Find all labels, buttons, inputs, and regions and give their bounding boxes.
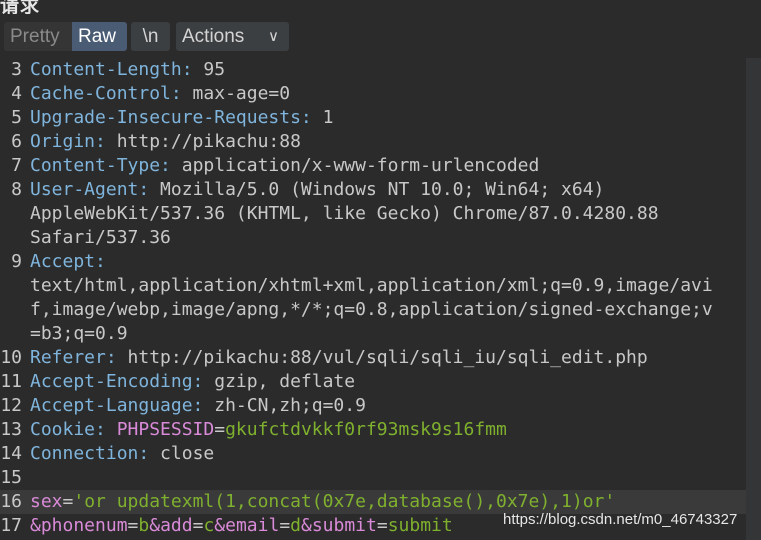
- param-key: &submit: [301, 515, 377, 536]
- header-value: close: [149, 443, 215, 464]
- line-number: 16: [0, 491, 22, 512]
- code-line-wrap: text/html,application/xhtml+xml,applicat…: [0, 274, 746, 298]
- code-line: 11 Accept-Encoding: gzip, deflate: [0, 370, 746, 394]
- code-line: 14 Connection: close: [0, 442, 746, 466]
- cookie-value: gkufctdvkkf0rf93msk9s16fmm: [225, 419, 507, 440]
- param-key: &phonenum: [30, 515, 128, 536]
- line-number: 6: [11, 131, 22, 152]
- line-number: 3: [11, 59, 22, 80]
- header-name: User-Agent:: [30, 179, 150, 200]
- watermark-text: https://blog.csdn.net/m0_46743327: [503, 511, 738, 528]
- header-value: max-age=0: [181, 83, 291, 104]
- header-value-continued: Safari/537.36: [30, 227, 171, 248]
- header-name: Upgrade-Insecure-Requests:: [30, 107, 312, 128]
- header-value: 1: [311, 107, 334, 128]
- param-key: &add: [149, 515, 193, 536]
- header-value: application/x-www-form-urlencoded: [170, 155, 540, 176]
- param-value: b: [138, 515, 150, 536]
- header-value: http://pikachu:88: [105, 131, 301, 152]
- param-value: 'or updatexml(1,concat(0x7e,database(),0…: [73, 491, 616, 512]
- actions-label: Actions: [182, 26, 245, 47]
- header-value-continued: f,image/webp,image/apng,*/*;q=0.8,applic…: [30, 299, 713, 320]
- equals-sign: =: [376, 515, 388, 536]
- cookie-key: PHPSESSID: [116, 419, 215, 440]
- header-value: gzip, deflate: [203, 371, 356, 392]
- header-name: Connection:: [30, 443, 150, 464]
- header-name: Accept-Encoding:: [30, 371, 204, 392]
- header-name: Cache-Control:: [30, 83, 182, 104]
- param-key: &email: [214, 515, 280, 536]
- code-line: 4 Cache-Control: max-age=0: [0, 82, 746, 106]
- equals-sign: =: [214, 419, 226, 440]
- param-key: sex: [30, 491, 63, 512]
- code-line-wrap: =b3;q=0.9: [0, 322, 746, 346]
- chevron-down-icon: ∨: [268, 28, 279, 45]
- header-value: zh-CN,zh;q=0.9: [203, 395, 366, 416]
- header-value-continued: text/html,application/xhtml+xml,applicat…: [30, 275, 713, 296]
- code-line-wrap: f,image/webp,image/apng,*/*;q=0.8,applic…: [0, 298, 746, 322]
- line-number: 12: [0, 395, 22, 416]
- header-name: Cookie:: [30, 419, 106, 440]
- header-name: Accept:: [30, 251, 106, 272]
- header-name: Referer:: [30, 347, 117, 368]
- code-line: 5 Upgrade-Insecure-Requests: 1: [0, 106, 746, 130]
- code-line-wrap: AppleWebKit/537.36 (KHTML, like Gecko) C…: [0, 202, 746, 226]
- code-line: 3 Content-Length: 95: [0, 58, 746, 82]
- equals-sign: =: [62, 491, 74, 512]
- header-value-continued: AppleWebKit/537.36 (KHTML, like Gecko) C…: [30, 203, 659, 224]
- header-value: 95: [192, 59, 226, 80]
- line-number: 5: [11, 107, 22, 128]
- pretty-button[interactable]: Pretty: [4, 22, 72, 51]
- line-number: 10: [0, 347, 22, 368]
- vertical-scrollbar[interactable]: [746, 58, 761, 540]
- param-value: c: [203, 515, 215, 536]
- header-name: Content-Length:: [30, 59, 193, 80]
- equals-sign: =: [279, 515, 291, 536]
- raw-button[interactable]: Raw: [72, 22, 127, 51]
- line-number: 7: [11, 155, 22, 176]
- line-number: 11: [0, 371, 22, 392]
- header-value: http://pikachu:88/vul/sqli/sqli_iu/sqli_…: [116, 347, 648, 368]
- header-name: Content-Type:: [30, 155, 171, 176]
- code-line: 9 Accept:: [0, 250, 746, 274]
- param-value: d: [290, 515, 301, 536]
- code-line: 8 User-Agent: Mozilla/5.0 (Windows NT 10…: [0, 178, 746, 202]
- code-line: 10 Referer: http://pikachu:88/vul/sqli/s…: [0, 346, 746, 370]
- line-number: 4: [11, 83, 22, 104]
- title-strip: 请求: [0, 0, 761, 17]
- line-number: 9: [11, 251, 22, 272]
- equals-sign: =: [192, 515, 204, 536]
- header-value: Mozilla/5.0 (Windows NT 10.0; Win64; x64…: [149, 179, 605, 200]
- code-line: 12 Accept-Language: zh-CN,zh;q=0.9: [0, 394, 746, 418]
- line-number: 8: [11, 179, 22, 200]
- line-number: 14: [0, 443, 22, 464]
- actions-dropdown[interactable]: Actions ∨: [176, 22, 289, 51]
- editor-toolbar: Pretty Raw \n Actions ∨: [0, 14, 761, 58]
- header-value-continued: =b3;q=0.9: [30, 323, 128, 344]
- line-number: 13: [0, 419, 22, 440]
- code-line: 13 Cookie: PHPSESSID=gkufctdvkkf0rf93msk…: [0, 418, 746, 442]
- line-number: 15: [0, 467, 22, 488]
- param-value: submit: [387, 515, 453, 536]
- code-line-wrap: Safari/537.36: [0, 226, 746, 250]
- header-name: Origin:: [30, 131, 106, 152]
- header-name: Accept-Language:: [30, 395, 204, 416]
- code-line: 6 Origin: http://pikachu:88: [0, 130, 746, 154]
- show-newlines-button[interactable]: \n: [131, 22, 170, 51]
- equals-sign: =: [127, 515, 139, 536]
- header-value: [106, 419, 117, 440]
- request-editor[interactable]: 3 Content-Length: 95 4 Cache-Control: ma…: [0, 58, 746, 540]
- code-line: 7 Content-Type: application/x-www-form-u…: [0, 154, 746, 178]
- line-number: 17: [0, 515, 22, 536]
- code-line: 15: [0, 466, 746, 490]
